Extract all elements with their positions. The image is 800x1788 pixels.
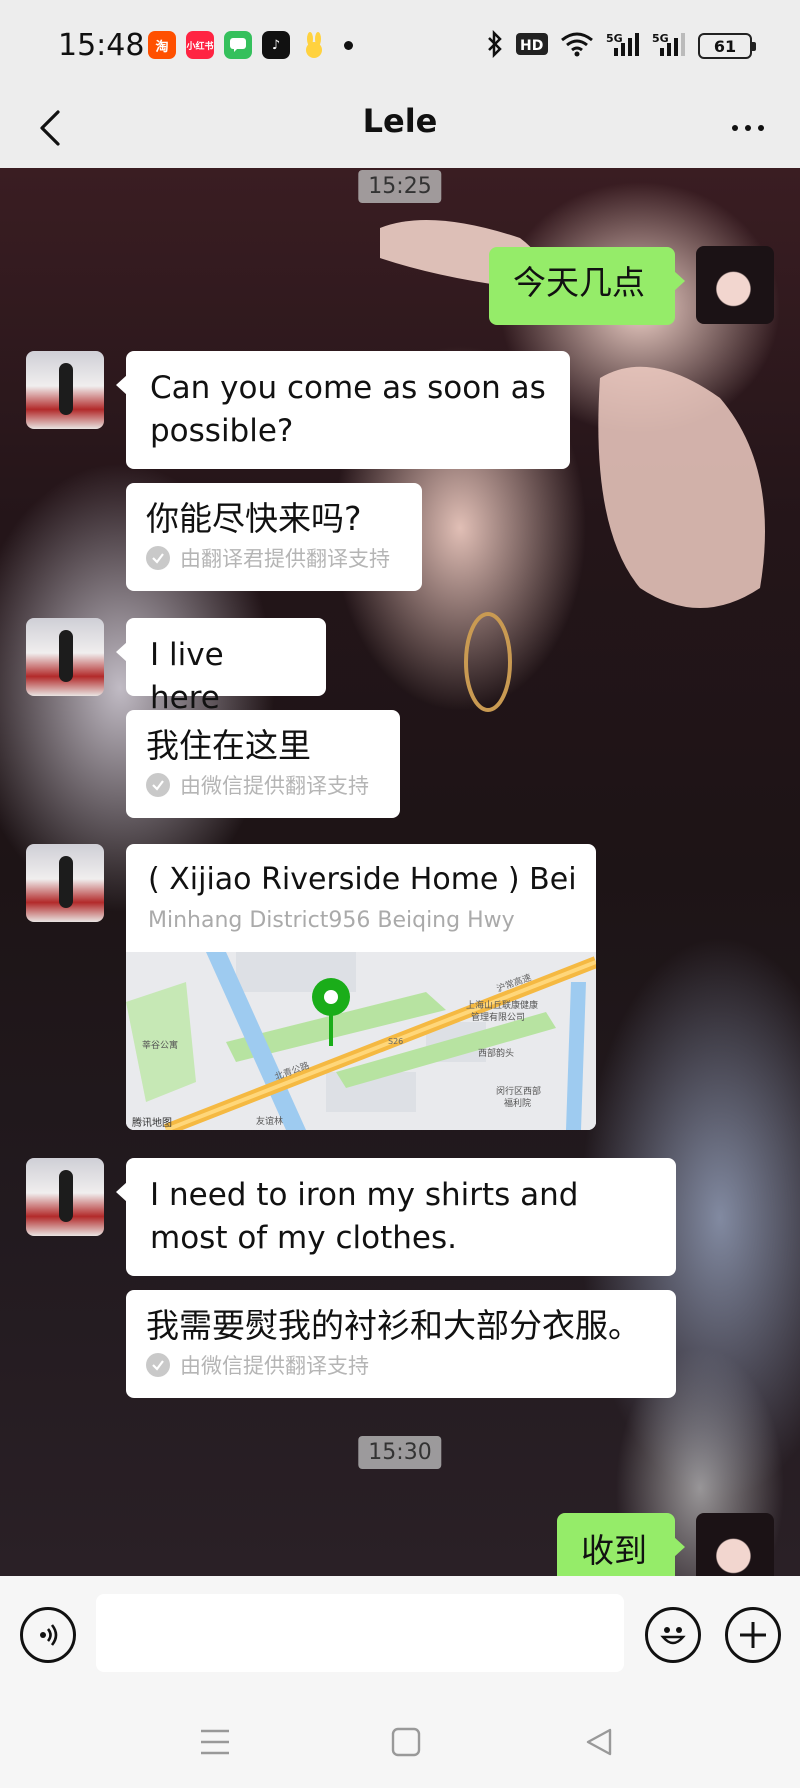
- received-message-bubble[interactable]: I need to iron my shirts and most of my …: [116, 1158, 676, 1276]
- map-attribution: 腾讯地图: [132, 1116, 172, 1129]
- location-address: Minhang District956 Beiqing Hwy: [148, 908, 515, 933]
- rabbit-app-icon: [300, 31, 328, 59]
- battery-icon: 61: [698, 33, 756, 59]
- translation-card[interactable]: 我需要熨我的衬衫和大部分衣服。 由微信提供翻译支持: [126, 1290, 676, 1398]
- signal-5g-icon: 5G: [606, 31, 640, 61]
- more-notifications-dot: [344, 40, 353, 50]
- tiktok-icon: ♪: [262, 31, 290, 59]
- map-label: 福利院: [504, 1097, 531, 1109]
- voice-icon: [40, 1624, 58, 1646]
- translation-text: 我住在这里: [146, 726, 311, 765]
- contact-avatar[interactable]: [26, 1158, 104, 1236]
- plus-icon: [740, 1622, 766, 1648]
- svg-text:HD: HD: [520, 38, 543, 54]
- received-message-bubble[interactable]: Can you come as soon as possible?: [116, 351, 570, 469]
- my-avatar[interactable]: [696, 1513, 774, 1576]
- square-icon: [391, 1727, 421, 1757]
- message-icon: [224, 31, 252, 59]
- chat-header: Lele: [0, 96, 800, 168]
- sent-message-bubble[interactable]: 今天几点: [489, 247, 685, 325]
- contact-avatar[interactable]: [26, 844, 104, 922]
- contact-avatar[interactable]: [26, 618, 104, 696]
- map-label: S26: [388, 1037, 403, 1046]
- map-label: 闵行区西部: [496, 1085, 541, 1097]
- more-options-button[interactable]: [718, 100, 778, 156]
- status-time: 15:48: [58, 28, 145, 63]
- map-label: 上海山丘联康健康: [466, 999, 538, 1011]
- chat-title: Lele: [362, 102, 438, 140]
- location-title: ( Xijiao Riverside Home ) Bei...: [148, 862, 578, 897]
- translation-card[interactable]: 我住在这里 由微信提供翻译支持: [126, 710, 400, 818]
- add-button[interactable]: [725, 1607, 781, 1663]
- svg-text:5G: 5G: [652, 32, 669, 45]
- taobao-icon: 淘: [148, 31, 176, 59]
- status-bar: 15:48 淘 小红书 ♪ HD 5G 5G 61: [0, 0, 800, 96]
- hd-icon: HD: [516, 32, 548, 60]
- map-label: 西部韵头: [478, 1047, 514, 1059]
- timestamp: 15:30: [358, 1436, 442, 1469]
- home-nav-button[interactable]: [384, 1722, 428, 1762]
- more-dots-icon: [732, 125, 738, 131]
- signal-5g-icon-2: 5G: [652, 31, 686, 61]
- map-label: 管理有限公司: [471, 1011, 525, 1023]
- bluetooth-icon: [486, 29, 504, 62]
- xiaohongshu-icon: 小红书: [186, 31, 214, 59]
- contact-avatar[interactable]: [26, 351, 104, 429]
- svg-text:5G: 5G: [606, 32, 623, 45]
- back-nav-button[interactable]: [577, 1722, 621, 1762]
- translation-provider: 由微信提供翻译支持: [180, 774, 369, 798]
- input-bar: [0, 1576, 800, 1694]
- translation-provider: 由微信提供翻译支持: [180, 1354, 369, 1378]
- my-avatar[interactable]: [696, 246, 774, 324]
- message-input[interactable]: [96, 1594, 624, 1672]
- translation-card[interactable]: 你能尽快来吗? 由翻译君提供翻译支持: [126, 483, 422, 591]
- check-icon: [146, 1353, 170, 1377]
- received-message-bubble[interactable]: I live here: [116, 618, 326, 716]
- triangle-back-icon: [586, 1728, 612, 1756]
- sent-message-bubble[interactable]: 收到: [557, 1513, 685, 1576]
- check-icon: [146, 773, 170, 797]
- map-label: 友谊林: [256, 1115, 283, 1127]
- location-card[interactable]: ( Xijiao Riverside Home ) Bei... Minhang…: [126, 844, 596, 1130]
- check-icon: [146, 546, 170, 570]
- status-indicators: HD 5G 5G 61: [486, 29, 756, 62]
- wifi-icon: [560, 31, 594, 61]
- translation-text: 我需要熨我的衬衫和大部分衣服。: [146, 1306, 641, 1345]
- menu-icon: [201, 1729, 229, 1755]
- system-navigation-bar: [0, 1694, 800, 1788]
- notification-icons: 淘 小红书 ♪: [148, 31, 353, 59]
- location-map[interactable]: 上海山丘联康健康 管理有限公司 西部韵头 闵行区西部 福利院 莘谷公寓 友谊林 …: [126, 952, 596, 1130]
- translation-provider: 由翻译君提供翻译支持: [180, 547, 390, 571]
- emoji-button[interactable]: [645, 1607, 701, 1663]
- timestamp: 15:25: [358, 170, 442, 203]
- translation-text: 你能尽快来吗?: [146, 499, 362, 538]
- menu-nav-button[interactable]: [193, 1722, 237, 1762]
- smiley-icon: [660, 1627, 686, 1645]
- map-label: 莘谷公寓: [142, 1039, 178, 1051]
- chat-area[interactable]: 15:25 今天几点 Can you come as soon as possi…: [0, 168, 800, 1576]
- voice-button[interactable]: [20, 1607, 76, 1663]
